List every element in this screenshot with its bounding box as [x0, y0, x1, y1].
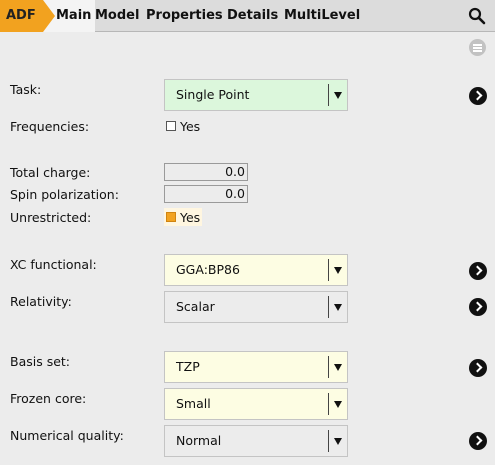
select-divider	[328, 296, 329, 318]
menu-icon[interactable]	[469, 39, 486, 56]
frequencies-label: Frequencies:	[10, 119, 90, 134]
relativity-label: Relativity:	[10, 294, 72, 309]
task-select[interactable]: Single Point	[164, 79, 348, 111]
basis-set-details-icon[interactable]	[469, 359, 487, 377]
frozen-core-select[interactable]: Small	[164, 388, 348, 420]
tab-multilevel[interactable]: MultiLevel	[284, 0, 360, 32]
numerical-quality-label: Numerical quality:	[10, 428, 124, 443]
frozen-core-label: Frozen core:	[10, 391, 87, 406]
numerical-quality-select[interactable]: Normal	[164, 425, 348, 457]
task-details-icon[interactable]	[469, 87, 487, 105]
relativity-value: Scalar	[176, 299, 215, 314]
chevron-down-icon[interactable]	[334, 438, 342, 445]
xc-functional-value: GGA:BP86	[176, 262, 240, 277]
basis-set-label: Basis set:	[10, 354, 71, 369]
total-charge-input[interactable]: 0.0	[164, 163, 248, 181]
search-icon[interactable]	[468, 7, 486, 25]
xc-functional-select[interactable]: GGA:BP86	[164, 254, 348, 286]
unrestricted-checkbox[interactable]	[166, 212, 176, 222]
chevron-down-icon[interactable]	[334, 364, 342, 371]
unrestricted-label: Unrestricted:	[10, 210, 92, 225]
frozen-core-value: Small	[176, 396, 211, 411]
chevron-down-icon[interactable]	[334, 92, 342, 99]
chevron-down-icon[interactable]	[334, 304, 342, 311]
xc-functional-label: XC functional:	[10, 257, 97, 272]
chevron-down-icon[interactable]	[334, 401, 342, 408]
tab-model[interactable]: Model	[95, 0, 139, 32]
spin-polarization-input[interactable]: 0.0	[164, 185, 248, 203]
select-divider	[328, 84, 329, 106]
xc-functional-details-icon[interactable]	[469, 262, 487, 280]
relativity-details-icon[interactable]	[469, 298, 487, 316]
relativity-select[interactable]: Scalar	[164, 291, 348, 323]
tab-bar: ADF Main Model Properties Details MultiL…	[0, 0, 495, 32]
select-divider	[328, 356, 329, 378]
task-label: Task:	[10, 82, 42, 97]
numerical-quality-value: Normal	[176, 433, 222, 448]
select-divider	[328, 259, 329, 281]
chevron-down-icon[interactable]	[334, 267, 342, 274]
basis-set-select[interactable]: TZP	[164, 351, 348, 383]
frequencies-checkbox-label: Yes	[180, 119, 201, 134]
tab-details[interactable]: Details	[227, 0, 278, 32]
numerical-quality-details-icon[interactable]	[469, 432, 487, 450]
select-divider	[328, 393, 329, 415]
select-divider	[328, 430, 329, 452]
task-value: Single Point	[176, 87, 250, 102]
unrestricted-checkbox-label: Yes	[180, 210, 201, 225]
frequencies-checkbox[interactable]	[166, 121, 176, 131]
tab-properties[interactable]: Properties	[146, 0, 223, 32]
basis-set-value: TZP	[176, 359, 200, 374]
total-charge-label: Total charge:	[10, 165, 91, 180]
spin-polarization-label: Spin polarization:	[10, 187, 119, 202]
